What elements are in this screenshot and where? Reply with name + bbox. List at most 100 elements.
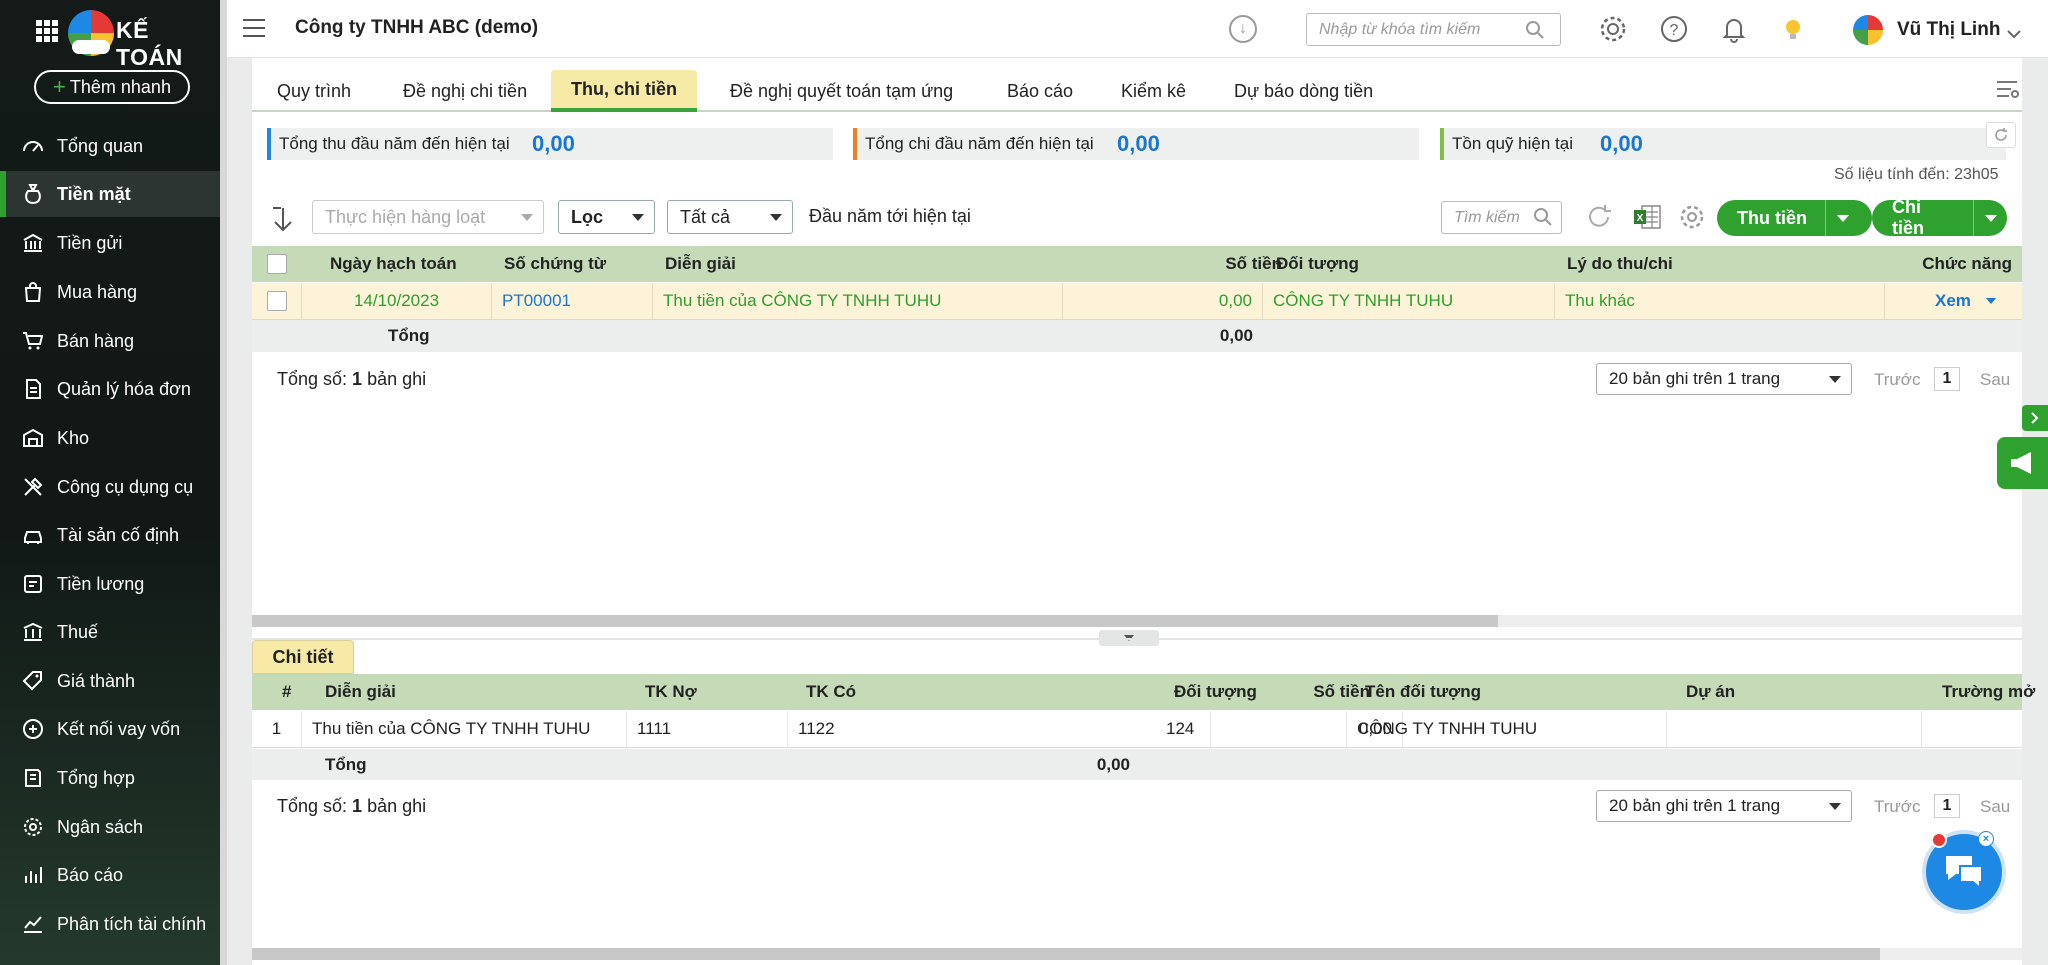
row-view-link[interactable]: Xem (1925, 283, 1981, 319)
warehouse-icon (20, 425, 46, 451)
tab-de-nghi-chi-tien[interactable]: Đề nghị chi tiền (383, 70, 547, 112)
tab-bao-cao[interactable]: Báo cáo (987, 70, 1093, 112)
chevron-down-icon[interactable] (1986, 298, 1996, 304)
add-quick-button[interactable]: + Thêm nhanh (34, 70, 190, 104)
sidebar-item-thue[interactable]: Thuế (0, 609, 220, 655)
col-reason[interactable]: Lý do thu/chi (1557, 246, 1683, 282)
sidebar-item-label: Bán hàng (57, 330, 135, 351)
app-grid-icon[interactable] (36, 20, 58, 42)
main-grid-scrollbar[interactable] (252, 615, 2022, 627)
excel-export-icon[interactable]: X (1632, 203, 1662, 236)
sidebar-item-hoa-don[interactable]: Quản lý hóa đơn (0, 366, 220, 412)
sidebar-item-tong-hop[interactable]: Tổng hợp (0, 755, 220, 801)
company-name[interactable]: Công ty TNHH ABC (demo) (295, 17, 538, 39)
detail-page-size-select[interactable]: 20 bản ghi trên 1 trang (1596, 790, 1852, 822)
chevron-down-icon (1837, 214, 1849, 222)
tab-kiem-ke[interactable]: Kiểm kê (1101, 70, 1206, 112)
sidebar-item-ngan-sach[interactable]: Ngân sách (0, 804, 220, 850)
col-amount[interactable]: Số tiền (1112, 246, 1292, 282)
side-expand-chevron-icon[interactable] (2022, 405, 2048, 431)
col-desc[interactable]: Diễn giải (655, 246, 746, 282)
detail-prev-page-button[interactable]: Trước (1874, 797, 1920, 817)
chevron-down-icon[interactable] (2007, 23, 2021, 44)
lightbulb-icon[interactable] (1778, 14, 1808, 44)
sidebar-item-mua-hang[interactable]: Mua hàng (0, 269, 220, 315)
detail-table-row[interactable]: 1 Thu tiền của CÔNG TY TNHH TUHU 1111 11… (252, 711, 2022, 748)
payment-button[interactable]: Chi tiền (1872, 197, 2007, 238)
sidebar-item-tai-san[interactable]: Tài sản cố định (0, 512, 220, 558)
sidebar-item-tien-luong[interactable]: Tiền lương (0, 561, 220, 607)
detail-col-object[interactable]: Đối tượng (1164, 674, 1267, 710)
price-tag-icon (20, 668, 46, 694)
sidebar-scrollbar[interactable] (220, 0, 227, 965)
global-search-input[interactable]: Nhập từ khóa tìm kiếm (1306, 13, 1561, 46)
summary-expense-value: 0,00 (1117, 131, 1160, 156)
search-icon[interactable] (1525, 20, 1545, 45)
tab-de-nghi-quyet-toan[interactable]: Đề nghị quyết toán tạm ứng (710, 70, 973, 112)
detail-col-credit[interactable]: TK Có (796, 674, 866, 710)
sidebar-item-gia-thanh[interactable]: Giá thành (0, 658, 220, 704)
refresh-summary-icon[interactable] (1986, 122, 2016, 148)
sidebar-item-tong-quan[interactable]: Tổng quan (0, 123, 220, 169)
search-icon[interactable] (1533, 207, 1553, 232)
budget-coin-icon (20, 814, 46, 840)
sidebar-item-kho[interactable]: Kho (0, 415, 220, 461)
hamburger-menu-icon[interactable] (243, 19, 265, 37)
user-name[interactable]: Vũ Thị Linh (1897, 19, 2000, 41)
detail-col-desc[interactable]: Diễn giải (315, 674, 406, 710)
filter-select[interactable]: Lọc (558, 200, 655, 234)
sidebar-item-cong-cu[interactable]: Công cụ dụng cụ (0, 464, 220, 510)
tab-chi-tiet[interactable]: Chi tiết (252, 640, 354, 674)
row-checkbox[interactable] (252, 283, 302, 319)
col-doc-no[interactable]: Số chứng từ (494, 246, 616, 282)
receipt-button-label: Thu tiền (1717, 200, 1826, 236)
col-object[interactable]: Đối tượng (1266, 246, 1369, 282)
detail-col-ext[interactable]: Trường mở (1932, 674, 2045, 710)
page-size-select[interactable]: 20 bản ghi trên 1 trang (1596, 363, 1852, 395)
prev-page-button[interactable]: Trước (1874, 370, 1920, 390)
gear-icon[interactable] (1598, 14, 1628, 44)
receipt-button[interactable]: Thu tiền (1717, 200, 1872, 236)
sidebar-item-bao-cao[interactable]: Báo cáo (0, 852, 220, 898)
tab-quy-trinh[interactable]: Quy trình (257, 70, 371, 112)
refresh-icon[interactable] (1584, 202, 1614, 237)
next-page-button[interactable]: Sau (1980, 370, 2010, 390)
detail-grid-header: # Diễn giải TK Nợ TK Có Số tiền Đối tượn… (252, 674, 2035, 710)
sidebar-item-phan-tich[interactable]: Phân tích tài chính (0, 901, 220, 947)
tab-thu-chi-tien[interactable]: Thu, chi tiền (551, 70, 697, 112)
announcement-megaphone-icon[interactable] (1997, 437, 2048, 489)
sidebar-item-label: Tổng quan (57, 135, 144, 156)
help-icon[interactable]: ? (1659, 14, 1689, 44)
gear-icon[interactable] (1678, 203, 1706, 236)
sidebar-item-tien-mat[interactable]: Tiền mặt (0, 171, 220, 217)
detail-row-debit: 1111 (627, 711, 788, 747)
avatar[interactable] (1853, 15, 1883, 45)
tab-du-bao-dong-tien[interactable]: Dự báo dòng tiền (1214, 70, 1393, 112)
batch-arrow-icon[interactable] (270, 205, 296, 240)
receipt-dropdown[interactable] (1826, 200, 1860, 236)
select-all-checkbox[interactable] (252, 246, 302, 282)
batch-action-select[interactable]: Thực hiện hàng loạt (312, 200, 544, 234)
table-row[interactable]: 14/10/2023 PT00001 Thu tiền của CÔNG TY … (252, 283, 2022, 320)
tab-settings-icon[interactable] (1995, 78, 2021, 105)
chat-close-icon[interactable]: × (1978, 831, 1994, 847)
sidebar-item-ban-hang[interactable]: Bán hàng (0, 318, 220, 364)
payment-dropdown[interactable] (1974, 200, 2007, 236)
status-select[interactable]: Tất cả (667, 200, 793, 234)
summary-expense: Tổng chi đầu năm đến hiện tại 0,00 (853, 128, 1419, 160)
chevron-down-icon (1984, 214, 1997, 222)
sidebar-item-tien-gui[interactable]: Tiền gửi (0, 220, 220, 266)
period-text[interactable]: Đầu năm tới hiện tại (809, 206, 971, 227)
detail-col-project[interactable]: Dự án (1676, 674, 1745, 710)
detail-next-page-button[interactable]: Sau (1980, 797, 2010, 817)
bell-icon[interactable] (1719, 14, 1749, 44)
detail-col-debit[interactable]: TK Nợ (635, 674, 707, 710)
row-doc-no-link[interactable]: PT00001 (492, 283, 653, 319)
download-icon[interactable]: ↓ (1229, 15, 1257, 43)
detail-grid-scrollbar[interactable] (252, 948, 2022, 960)
col-date[interactable]: Ngày hạch toán (320, 246, 467, 282)
current-page[interactable]: 1 (1934, 367, 1960, 391)
detail-current-page[interactable]: 1 (1934, 794, 1960, 818)
sidebar-item-vay-von[interactable]: Kết nối vay vốn (0, 706, 220, 752)
detail-col-object-name[interactable]: Tên đối tượng (1355, 674, 1491, 710)
